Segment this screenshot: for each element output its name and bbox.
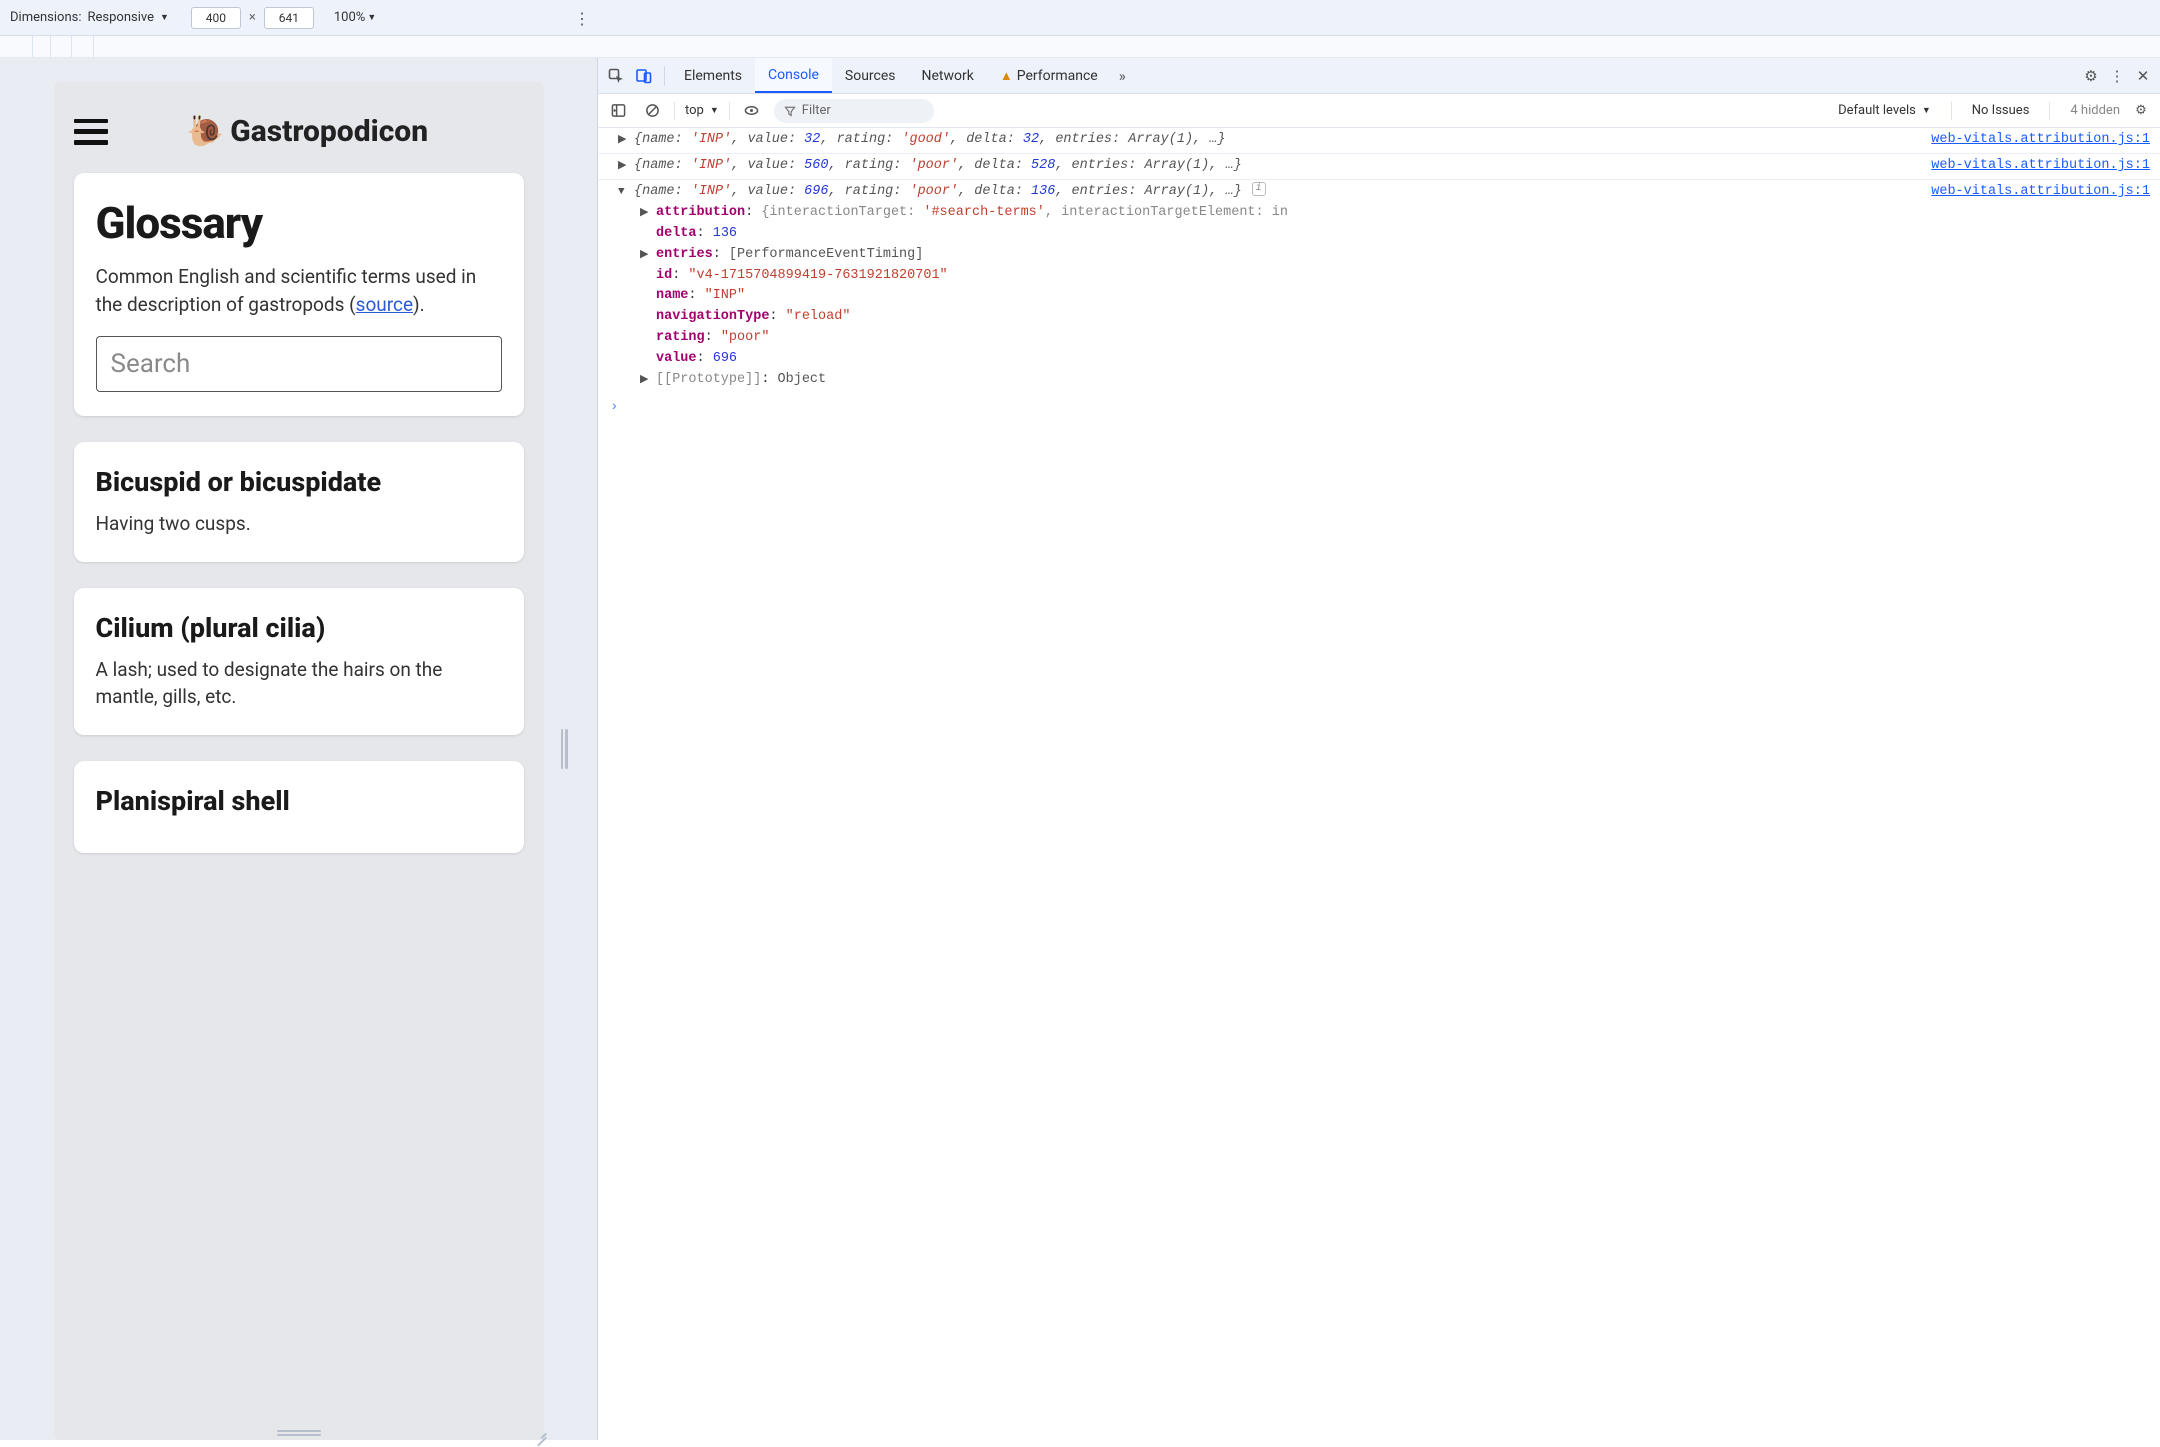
source-file-link[interactable]: web-vitals.attribution.js:1 (1931, 182, 2150, 203)
term-title: Bicuspid or bicuspidate (96, 466, 502, 498)
console-settings-icon[interactable]: ⚙ (2130, 103, 2152, 118)
console-entry[interactable]: web-vitals.attribution.js:1 {name: 'INP'… (598, 179, 2160, 393)
no-issues-label: No Issues (1972, 103, 2030, 118)
source-file-link[interactable]: web-vitals.attribution.js:1 (1931, 130, 2150, 151)
term-def: Having two cusps. (96, 510, 502, 538)
levels-select[interactable]: Default levels▼ (1838, 103, 1931, 118)
live-expression-icon[interactable] (740, 103, 764, 118)
rulers (0, 36, 2160, 58)
expand-caret-icon[interactable] (618, 182, 630, 201)
device-select[interactable]: Responsive▼ (88, 10, 169, 25)
term-title: Planispiral shell (96, 785, 502, 817)
console-body: web-vitals.attribution.js:1 {name: 'INP'… (598, 128, 2160, 1440)
warning-icon: ▲ (1000, 68, 1013, 84)
term-card: Bicuspid or bicuspidate Having two cusps… (74, 442, 524, 562)
tab-network[interactable]: Network (909, 58, 987, 93)
close-icon[interactable]: ✕ (2130, 67, 2156, 85)
tab-sources[interactable]: Sources (832, 58, 909, 93)
console-entry[interactable]: web-vitals.attribution.js:1 {name: 'INP'… (598, 128, 2160, 153)
console-prompt[interactable]: › (598, 393, 2160, 423)
source-link[interactable]: source (356, 293, 413, 316)
term-def: A lash; used to designate the hairs on t… (96, 656, 502, 711)
preview-pane: 🐌 Gastropodicon Glossary Common English … (0, 58, 598, 1440)
device-toolbar: Dimensions: Responsive▼ 400 × 641 100%▼ (0, 0, 2160, 36)
resize-handle-bottom[interactable] (277, 1428, 321, 1438)
page-title: Glossary (96, 197, 502, 249)
context-select[interactable]: top▼ (685, 103, 719, 118)
tab-performance[interactable]: ▲ Performance (987, 58, 1111, 93)
sidebar-toggle-icon[interactable] (606, 103, 630, 118)
term-title: Cilium (plural cilia) (96, 612, 502, 644)
height-input[interactable]: 641 (264, 7, 314, 29)
info-icon[interactable]: i (1252, 182, 1266, 196)
kebab-icon[interactable]: ⋮ (2104, 67, 2130, 85)
source-file-link[interactable]: web-vitals.attribution.js:1 (1931, 156, 2150, 177)
hamburger-icon[interactable] (74, 119, 108, 145)
zoom-select[interactable]: 100%▼ (334, 10, 376, 25)
viewport: 🐌 Gastropodicon Glossary Common English … (54, 82, 544, 1440)
devtools-tabs: Elements Console Sources Network ▲ Perfo… (598, 58, 2160, 94)
expand-caret-icon[interactable] (618, 130, 630, 149)
term-card: Planispiral shell (74, 761, 524, 853)
more-tabs-icon[interactable]: » (1111, 67, 1134, 85)
term-card: Cilium (plural cilia) A lash; used to de… (74, 588, 524, 735)
expand-caret-icon[interactable] (618, 156, 630, 175)
console-subbar: top▼ Filter Default levels▼ No Issues 4 … (598, 94, 2160, 128)
filter-input[interactable]: Filter (774, 99, 934, 123)
dimensions-label: Dimensions: (10, 10, 82, 25)
hidden-count[interactable]: 4 hidden (2070, 103, 2120, 118)
x-separator: × (247, 10, 258, 25)
width-input[interactable]: 400 (191, 7, 241, 29)
brand: 🐌 Gastropodicon (187, 114, 428, 149)
devtools-pane: Elements Console Sources Network ▲ Perfo… (598, 58, 2160, 1440)
gear-icon[interactable]: ⚙ (2078, 67, 2104, 85)
device-toggle-icon[interactable] (630, 58, 658, 93)
clear-console-icon[interactable] (640, 103, 664, 118)
console-entry[interactable]: web-vitals.attribution.js:1 {name: 'INP'… (598, 153, 2160, 179)
resize-handle-right[interactable] (559, 729, 569, 769)
resize-handle-corner[interactable] (533, 1424, 547, 1438)
glossary-card: Glossary Common English and scientific t… (74, 173, 524, 416)
glossary-lead: Common English and scientific terms used… (96, 263, 502, 318)
inspect-icon[interactable] (602, 58, 630, 93)
toolbar-kebab-icon[interactable] (570, 0, 594, 36)
snail-icon: 🐌 (187, 114, 224, 149)
tab-console[interactable]: Console (755, 58, 832, 93)
search-input[interactable]: Search (96, 336, 502, 392)
tab-elements[interactable]: Elements (671, 58, 755, 93)
